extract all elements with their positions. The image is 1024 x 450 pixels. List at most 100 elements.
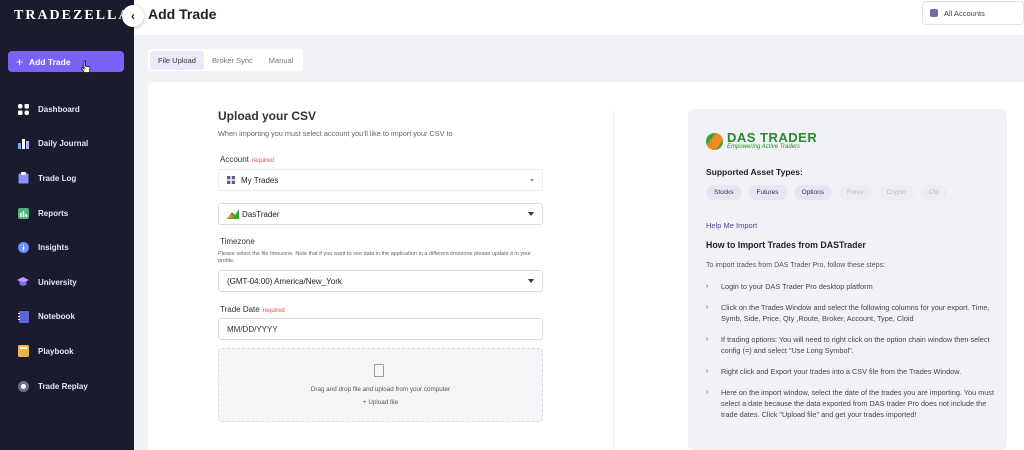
sidebar-item-reports[interactable]: Reports [0, 196, 134, 231]
das-trader-logo: DAS TRADER Empowering Active Traders [706, 130, 818, 150]
upload-title: Upload your CSV [218, 109, 317, 123]
upload-subtitle: When importing you must select account y… [218, 129, 453, 138]
trade-date-label: Trade Date [220, 305, 260, 314]
account-selector-label: All Accounts [944, 8, 985, 18]
report-icon [17, 207, 29, 219]
file-dropzone[interactable]: Drag and drop file and upload from your … [218, 348, 543, 422]
list-item: › If trading options: You will need to ri… [706, 334, 1001, 356]
step-text: If trading options: You will need to rig… [721, 335, 990, 355]
app-logo[interactable]: TRADEZELLA [14, 8, 130, 24]
sidebar-item-label: Trade Replay [38, 381, 88, 391]
tab-manual[interactable]: Manual [261, 51, 302, 70]
list-item: › Click on the Trades Window and select t… [706, 302, 1001, 324]
timezone-help-text: Please select the file timezone. Note th… [218, 251, 531, 264]
step-text: Right click and Export your trades into … [721, 367, 962, 376]
asset-chip-futures: Futures [748, 185, 787, 200]
chevron-right-icon: › [706, 283, 709, 290]
chevron-down-icon [530, 179, 534, 182]
broker-info-panel: DAS TRADER Empowering Active Traders Sup… [688, 109, 1007, 450]
list-item: › Right click and Export your trades into… [706, 366, 1001, 377]
plus-icon: + [16, 54, 24, 69]
timezone-select-value: (GMT-04:00) America/New_York [227, 276, 342, 286]
how-to-import-title: How to Import Trades from DASTrader [706, 240, 866, 250]
trade-date-placeholder: MM/DD/YYYY [227, 324, 278, 334]
file-icon [374, 364, 384, 377]
broker-select[interactable]: DasTrader [218, 203, 543, 225]
brand-name: DAS TRADER [727, 130, 818, 145]
sidebar-item-daily-journal[interactable]: Daily Journal [0, 127, 134, 162]
step-text: Login to your DAS Trader Pro desktop pla… [721, 282, 873, 291]
clipboard-icon [17, 172, 29, 184]
timezone-label: Timezone [220, 237, 255, 246]
step-text: Click on the Trades Window and select th… [721, 303, 990, 323]
sidebar-item-label: Notebook [38, 312, 75, 322]
account-label-row: Account required [220, 155, 274, 164]
sidebar-item-trade-replay[interactable]: Trade Replay [0, 369, 134, 404]
help-me-import-link[interactable]: Help Me Import [706, 221, 757, 230]
import-method-tabs: File Upload Broker Sync Manual [148, 49, 304, 71]
sidebar-item-playbook[interactable]: Playbook [0, 334, 134, 369]
asset-type-chips: Stocks Futures Options Forex Crypto Cfd [706, 185, 954, 200]
broker-select-value: DasTrader [242, 209, 280, 219]
account-select-value: My Trades [241, 175, 279, 185]
tab-broker-sync[interactable]: Broker Sync [204, 51, 261, 70]
asset-chip-crypto: Crypto [878, 185, 914, 200]
page-header: Add Trade All Accounts [134, 0, 1024, 35]
sidebar-item-trade-log[interactable]: Trade Log [0, 161, 134, 196]
sidebar-item-label: Daily Journal [38, 139, 89, 149]
grid-icon [227, 176, 235, 184]
timezone-select[interactable]: (GMT-04:00) America/New_York [218, 270, 543, 292]
sidebar-item-label: University [38, 277, 77, 287]
sidebar-item-notebook[interactable]: Notebook [0, 300, 134, 335]
bar-chart-icon [17, 138, 29, 150]
sidebar-item-university[interactable]: University [0, 265, 134, 300]
sidebar: TRADEZELLA + Add Trade Dashboard Daily J… [0, 0, 134, 450]
upload-card: Upload your CSV When importing you must … [148, 82, 1024, 450]
sidebar-item-insights[interactable]: Insights [0, 230, 134, 265]
collapse-sidebar-button[interactable]: ‹ [122, 5, 144, 27]
sidebar-item-label: Reports [38, 208, 69, 218]
upload-file-link[interactable]: + Upload file [219, 399, 542, 406]
list-item: › Login to your DAS Trader Pro desktop pl… [706, 281, 1001, 292]
trade-date-input[interactable]: MM/DD/YYYY [218, 318, 543, 340]
add-trade-label: Add Trade [29, 56, 71, 67]
graduation-cap-icon [17, 276, 29, 288]
required-marker: required [251, 158, 274, 164]
chevron-right-icon: › [706, 304, 709, 311]
dropzone-text: Drag and drop file and upload from your … [310, 386, 451, 393]
how-to-import-intro: To import trades from DAS Trader Pro, fo… [706, 262, 885, 269]
required-marker: required [262, 308, 285, 314]
add-trade-button[interactable]: + Add Trade [8, 51, 124, 72]
dastrader-logo-icon [227, 209, 239, 219]
account-label: Account [220, 155, 249, 164]
das-trader-mark-icon [706, 132, 723, 150]
account-icon [930, 9, 938, 17]
account-select[interactable]: My Trades [218, 169, 543, 191]
sidebar-item-label: Trade Log [38, 173, 77, 183]
tab-file-upload[interactable]: File Upload [150, 50, 204, 70]
playbook-icon [17, 345, 29, 358]
mouse-cursor-icon [80, 60, 92, 77]
asset-chip-cfd: Cfd [920, 185, 947, 200]
account-selector[interactable]: All Accounts [922, 1, 1024, 25]
notebook-icon [17, 310, 29, 323]
sidebar-item-label: Dashboard [38, 104, 80, 114]
sidebar-nav: Dashboard Daily Journal Trade Log Report… [0, 92, 134, 403]
step-text: Here on the import window, select the da… [721, 388, 994, 419]
dashboard-icon [17, 103, 29, 115]
asset-chip-forex: Forex [838, 185, 872, 200]
trade-date-label-row: Trade Date required [220, 305, 285, 314]
info-icon [17, 242, 29, 254]
sidebar-item-label: Insights [38, 243, 69, 253]
chevron-right-icon: › [706, 389, 709, 396]
chevron-down-icon [528, 279, 534, 283]
list-item: › Here on the import window, select the d… [706, 387, 1001, 420]
chevron-right-icon: › [706, 336, 709, 343]
column-divider [613, 110, 614, 450]
import-steps: › Login to your DAS Trader Pro desktop pl… [706, 281, 1001, 430]
sidebar-item-dashboard[interactable]: Dashboard [0, 92, 134, 127]
replay-icon [17, 380, 29, 392]
asset-chip-stocks: Stocks [706, 185, 742, 200]
chevron-right-icon: › [706, 368, 709, 375]
sidebar-item-label: Playbook [38, 346, 74, 356]
